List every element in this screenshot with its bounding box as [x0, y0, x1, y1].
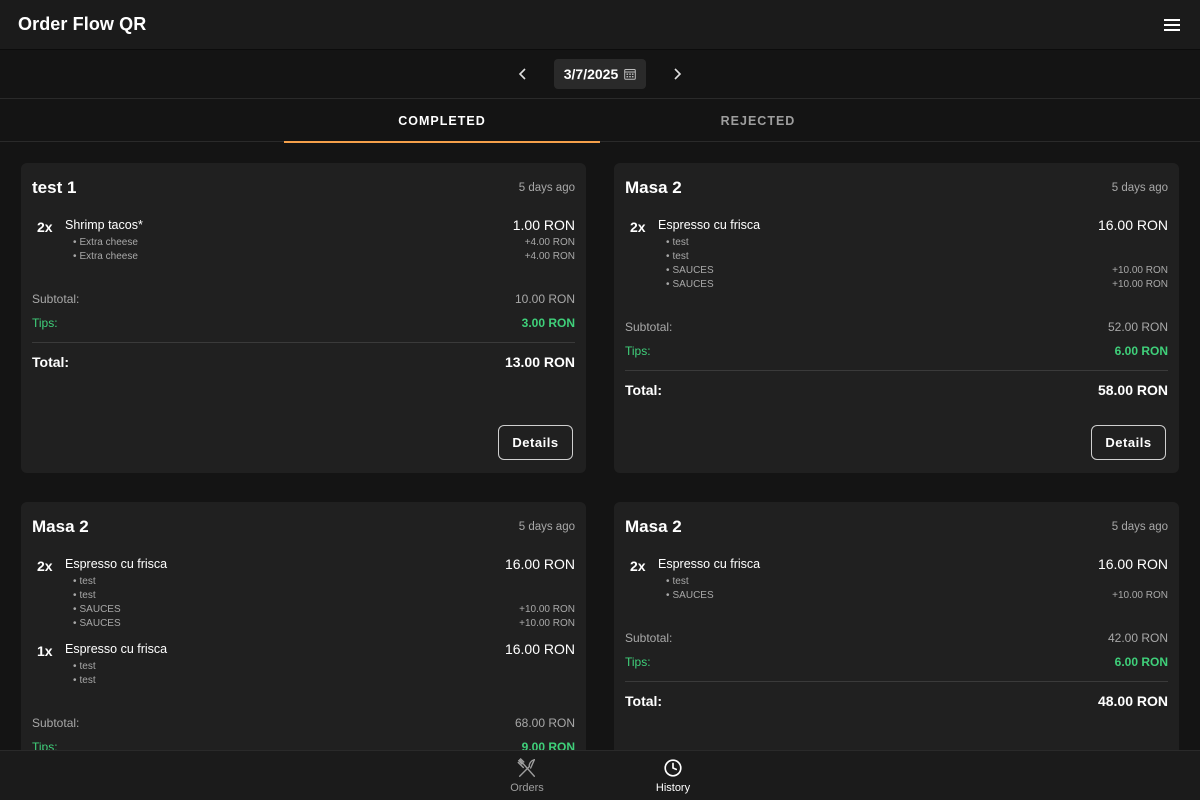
item-quantity: 1x: [37, 643, 53, 659]
divider: [625, 370, 1168, 371]
order-title: Masa 2: [625, 178, 682, 197]
clock-icon: [664, 759, 682, 777]
order-card: Masa 2 5 days ago 2x Espresso cu frisca …: [614, 163, 1179, 473]
order-item: 2x Espresso cu frisca 16.00 RON test tes…: [32, 556, 575, 632]
order-card: Masa 2 5 days ago 2x Espresso cu frisca …: [614, 502, 1179, 762]
item-quantity: 2x: [630, 219, 646, 235]
tips-row: Tips: 3.00 RON: [32, 316, 575, 330]
app-bar: Order Flow QR: [0, 0, 1200, 50]
date-selector: 3/7/2025: [0, 50, 1200, 98]
order-title: Masa 2: [32, 517, 89, 536]
item-modifier: SAUCES+10.00 RON: [32, 618, 575, 632]
item-modifier: test: [32, 576, 575, 590]
divider: [625, 681, 1168, 682]
item-quantity: 2x: [37, 558, 53, 574]
nav-orders-label: Orders: [510, 782, 544, 794]
chevron-right-icon: [674, 68, 682, 80]
item-modifier: SAUCES+10.00 RON: [625, 590, 1168, 604]
app-title: Order Flow QR: [18, 14, 147, 34]
item-name: Espresso cu frisca: [658, 218, 761, 232]
order-item: 1x Espresso cu frisca 16.00 RON test tes…: [32, 641, 575, 689]
chevron-left-icon: [518, 68, 526, 80]
nav-orders[interactable]: Orders: [454, 751, 600, 800]
tips-row: Tips: 6.00 RON: [625, 344, 1168, 358]
subtotal-row: Subtotal: 52.00 RON: [625, 320, 1168, 334]
item-name: Espresso cu frisca: [65, 557, 168, 571]
calendar-icon: [624, 69, 637, 80]
app-root: Order Flow QR 3/7/2025 COMPLETED REJECTE…: [0, 0, 1200, 800]
item-modifier: test: [32, 675, 575, 689]
item-modifier: SAUCES+10.00 RON: [625, 265, 1168, 279]
item-modifier: SAUCES+10.00 RON: [625, 279, 1168, 293]
item-modifier: test: [625, 251, 1168, 265]
item-name: Espresso cu frisca: [65, 642, 168, 656]
order-card: Masa 2 5 days ago 2x Espresso cu frisca …: [21, 502, 586, 762]
date-value: 3/7/2025: [563, 66, 619, 82]
item-quantity: 2x: [37, 219, 53, 235]
subtotal-row: Subtotal: 10.00 RON: [32, 292, 575, 306]
fork-knife-icon: [517, 758, 536, 777]
order-time: 5 days ago: [518, 182, 575, 194]
order-title: test 1: [32, 178, 77, 197]
item-modifier: SAUCES+10.00 RON: [32, 604, 575, 618]
item-price: 16.00 RON: [504, 556, 575, 572]
tips-row: Tips: 6.00 RON: [625, 655, 1168, 669]
next-day-button[interactable]: [662, 59, 692, 89]
tab-completed[interactable]: COMPLETED: [284, 99, 600, 143]
item-name: Shrimp tacos*: [65, 218, 143, 232]
item-modifier: Extra cheese+4.00 RON: [32, 237, 575, 251]
total-row: Total: 48.00 RON: [625, 693, 1168, 709]
item-price: 16.00 RON: [1097, 556, 1168, 572]
order-item: 2x Espresso cu frisca 16.00 RON test tes…: [625, 217, 1168, 293]
total-row: Total: 58.00 RON: [625, 382, 1168, 398]
order-card: test 1 5 days ago 2x Shrimp tacos* 1.00 …: [21, 163, 586, 473]
details-button[interactable]: Details: [1091, 425, 1166, 460]
item-price: 1.00 RON: [512, 217, 575, 233]
order-time: 5 days ago: [1111, 521, 1168, 533]
item-price: 16.00 RON: [1097, 217, 1168, 233]
previous-day-button[interactable]: [508, 59, 538, 89]
item-modifier: test: [32, 661, 575, 675]
item-price: 16.00 RON: [504, 641, 575, 657]
item-modifier: test: [625, 237, 1168, 251]
subtotal-row: Subtotal: 42.00 RON: [625, 631, 1168, 645]
total-row: Total: 13.00 RON: [32, 354, 575, 370]
item-name: Espresso cu frisca: [658, 557, 761, 571]
item-modifier: Extra cheese+4.00 RON: [32, 251, 575, 265]
date-picker-button[interactable]: 3/7/2025: [553, 59, 647, 89]
order-item: 2x Espresso cu frisca 16.00 RON test SAU…: [625, 556, 1168, 604]
order-time: 5 days ago: [518, 521, 575, 533]
menu-icon[interactable]: [1160, 13, 1184, 37]
order-title: Masa 2: [625, 517, 682, 536]
order-item: 2x Shrimp tacos* 1.00 RON Extra cheese+4…: [32, 217, 575, 265]
details-button[interactable]: Details: [498, 425, 573, 460]
bottom-navigation: Orders History: [0, 750, 1200, 800]
subtotal-row: Subtotal: 68.00 RON: [32, 716, 575, 730]
nav-history-label: History: [655, 782, 691, 794]
nav-history[interactable]: History: [600, 751, 746, 800]
order-time: 5 days ago: [1111, 182, 1168, 194]
status-tabs: COMPLETED REJECTED: [0, 98, 1200, 143]
item-modifier: test: [32, 590, 575, 604]
item-modifier: test: [625, 576, 1168, 590]
divider: [32, 342, 575, 343]
item-quantity: 2x: [630, 558, 646, 574]
tab-rejected[interactable]: REJECTED: [600, 99, 916, 142]
